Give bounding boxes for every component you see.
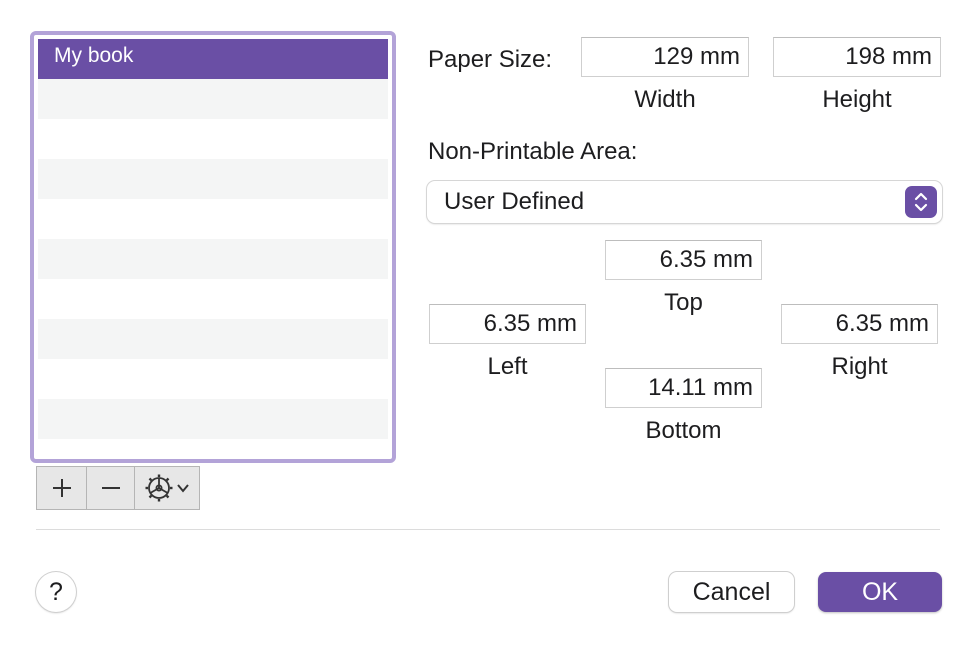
up-down-chevron-icon <box>905 186 937 218</box>
margin-right-field[interactable]: 6.35 mm <box>781 304 938 344</box>
margin-top-field[interactable]: 6.35 mm <box>605 240 762 280</box>
list-control-bar <box>36 466 200 510</box>
paper-width-field[interactable]: 129 mm <box>581 37 749 77</box>
empty-list-row <box>38 439 388 455</box>
empty-list-row <box>38 159 388 199</box>
paper-height-field[interactable]: 198 mm <box>773 37 941 77</box>
margin-left-field[interactable]: 6.35 mm <box>429 304 586 344</box>
non-printable-area-popup[interactable]: User Defined <box>427 181 942 223</box>
left-caption: Left <box>487 353 528 380</box>
plus-icon <box>52 479 71 497</box>
chevron-down-icon <box>177 484 189 493</box>
cancel-button[interactable]: Cancel <box>669 572 794 612</box>
empty-list-row <box>38 79 388 119</box>
add-button[interactable] <box>37 467 87 509</box>
empty-list-row <box>38 199 388 239</box>
empty-list-row <box>38 279 388 319</box>
paper-size-label: Paper Size: <box>428 46 553 73</box>
margin-bottom-field[interactable]: 14.11 mm <box>605 368 762 408</box>
height-caption: Height <box>822 86 892 113</box>
non-printable-area-label: Non-Printable Area: <box>428 138 638 165</box>
remove-button[interactable] <box>87 467 135 509</box>
custom-paper-size-dialog: My book Paper Size: 129 mm 198 mm Width … <box>0 0 978 646</box>
empty-list-row <box>38 399 388 439</box>
empty-list-row <box>38 239 388 279</box>
top-caption: Top <box>664 289 703 316</box>
list-item-selected[interactable]: My book <box>38 39 388 79</box>
empty-list-row <box>38 319 388 359</box>
action-menu-button[interactable] <box>135 467 199 509</box>
paper-size-list[interactable]: My book <box>30 31 396 463</box>
gear-icon <box>145 474 173 502</box>
popup-selected-value: User Defined <box>444 188 585 215</box>
width-caption: Width <box>634 86 696 113</box>
minus-icon <box>101 487 120 489</box>
bottom-caption: Bottom <box>645 417 722 444</box>
right-caption: Right <box>831 353 888 380</box>
empty-list-row <box>38 359 388 399</box>
help-button[interactable]: ? <box>36 572 76 612</box>
footer-separator <box>36 529 940 530</box>
paper-size-list-rows: My book <box>38 39 388 455</box>
empty-list-row <box>38 119 388 159</box>
ok-button[interactable]: OK <box>818 572 942 612</box>
